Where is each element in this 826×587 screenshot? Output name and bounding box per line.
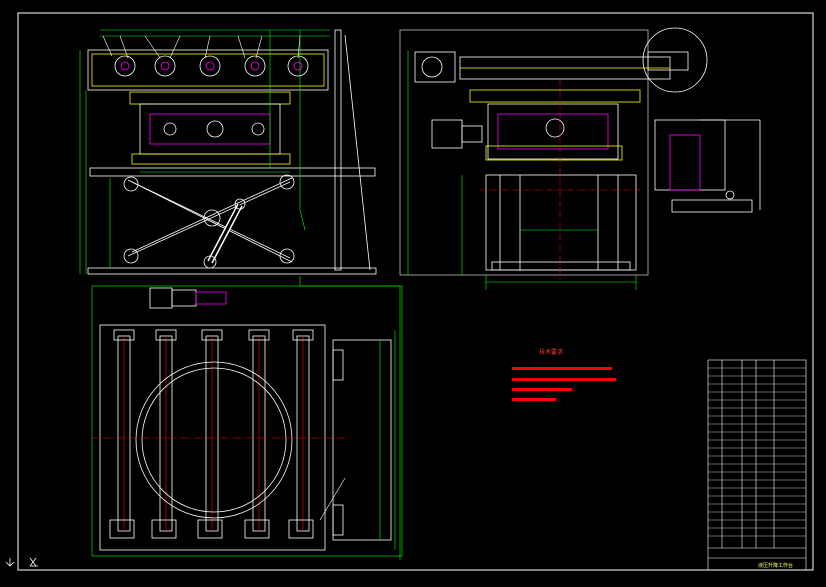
drawing-frame bbox=[17, 12, 814, 571]
ucs-icon bbox=[5, 557, 38, 567]
parts-list-rows bbox=[708, 367, 806, 537]
side-view bbox=[399, 29, 671, 290]
tech-notes-title: 技术要求 bbox=[539, 349, 564, 356]
title-block-name: 液压升降工作台 bbox=[758, 563, 794, 569]
front-balloons bbox=[102, 35, 301, 59]
roller-row bbox=[114, 55, 309, 77]
plan-view bbox=[90, 285, 403, 557]
front-view bbox=[79, 29, 377, 275]
detail-view bbox=[642, 27, 761, 213]
title-block bbox=[707, 359, 807, 571]
leader-lines bbox=[299, 276, 401, 560]
cad-drawing-canvas[interactable] bbox=[0, 0, 826, 587]
tech-notes bbox=[512, 367, 616, 401]
